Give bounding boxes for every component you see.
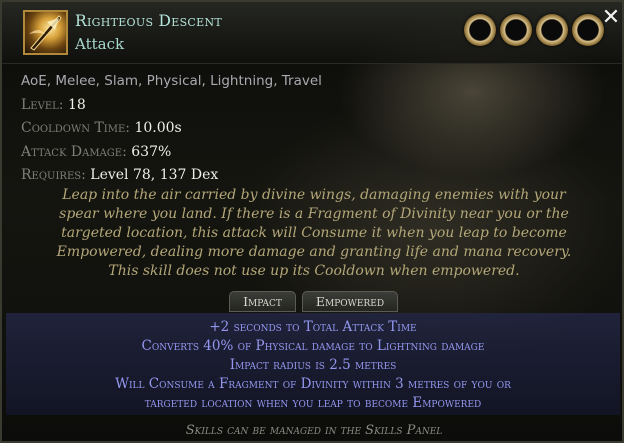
close-button[interactable]: ✕ [600,7,622,30]
modifier-line: Impact radius is 2.5 metres [229,357,397,373]
variant-tabs: Impact Empowered [2,291,622,313]
skill-properties: AoE, Melee, Slam, Physical, Lightning, T… [21,70,322,188]
attack-damage-label: Attack Damage: [21,143,127,160]
cooldown-value: 10.00s [134,120,182,136]
skill-tags: AoE, Melee, Slam, Physical, Lightning, T… [21,73,322,89]
modifier-line: Will Consume a Fragment of Divinity with… [115,376,511,392]
modifier-line: Converts 40% of Physical damage to Light… [141,338,485,354]
attack-damage-value: 637% [131,143,172,160]
tab-empowered[interactable]: Empowered [302,291,398,312]
gem-socket-icon[interactable] [536,14,568,46]
modifier-line: +2 seconds to Total Attack Time [209,319,417,335]
requires-label: Requires: [21,167,86,183]
gem-socket-icon[interactable] [464,14,496,46]
cooldown-label: Cooldown Time: [21,120,130,136]
gem-socket-icon[interactable] [500,14,532,46]
level-value: 18 [67,96,86,113]
modifier-line: targeted location when you leap to becom… [144,395,482,411]
cooldown-line: Cooldown Time: 10.00s [21,117,322,141]
description-line: Empowered, dealing more damage and grant… [56,244,572,260]
tab-impact[interactable]: Impact [229,291,296,312]
skill-type: Attack [75,35,125,53]
level-label: Level: [21,96,64,113]
skills-panel-hint: Skills can be managed in the Skills Pane… [185,423,443,438]
gem-sockets [464,14,604,48]
description-line: targeted location, this attack will Cons… [61,225,567,241]
description-line: spear where you land. If there is a Frag… [59,206,569,222]
requires-line: Requires: Level 78, 137 Dex [21,164,322,188]
description-line: This skill does not use up its Cooldown … [108,263,520,279]
requires-value: Level 78, 137 Dex [90,167,219,183]
description-line: Leap into the air carried by divine wing… [62,187,566,203]
tab-modifiers: +2 seconds to Total Attack Time Converts… [6,313,620,415]
tooltip-header: Righteous Descent Attack ✕ [2,2,622,64]
skill-tooltip: Righteous Descent Attack ✕ AoE, Melee, S… [0,0,624,443]
skill-name: Righteous Descent [75,12,223,30]
attack-damage-line: Attack Damage: 637% [21,141,322,165]
skill-description: Leap into the air carried by divine wing… [2,186,622,281]
level-line: Level: 18 [21,94,322,118]
righteous-descent-skill-icon [23,10,68,55]
